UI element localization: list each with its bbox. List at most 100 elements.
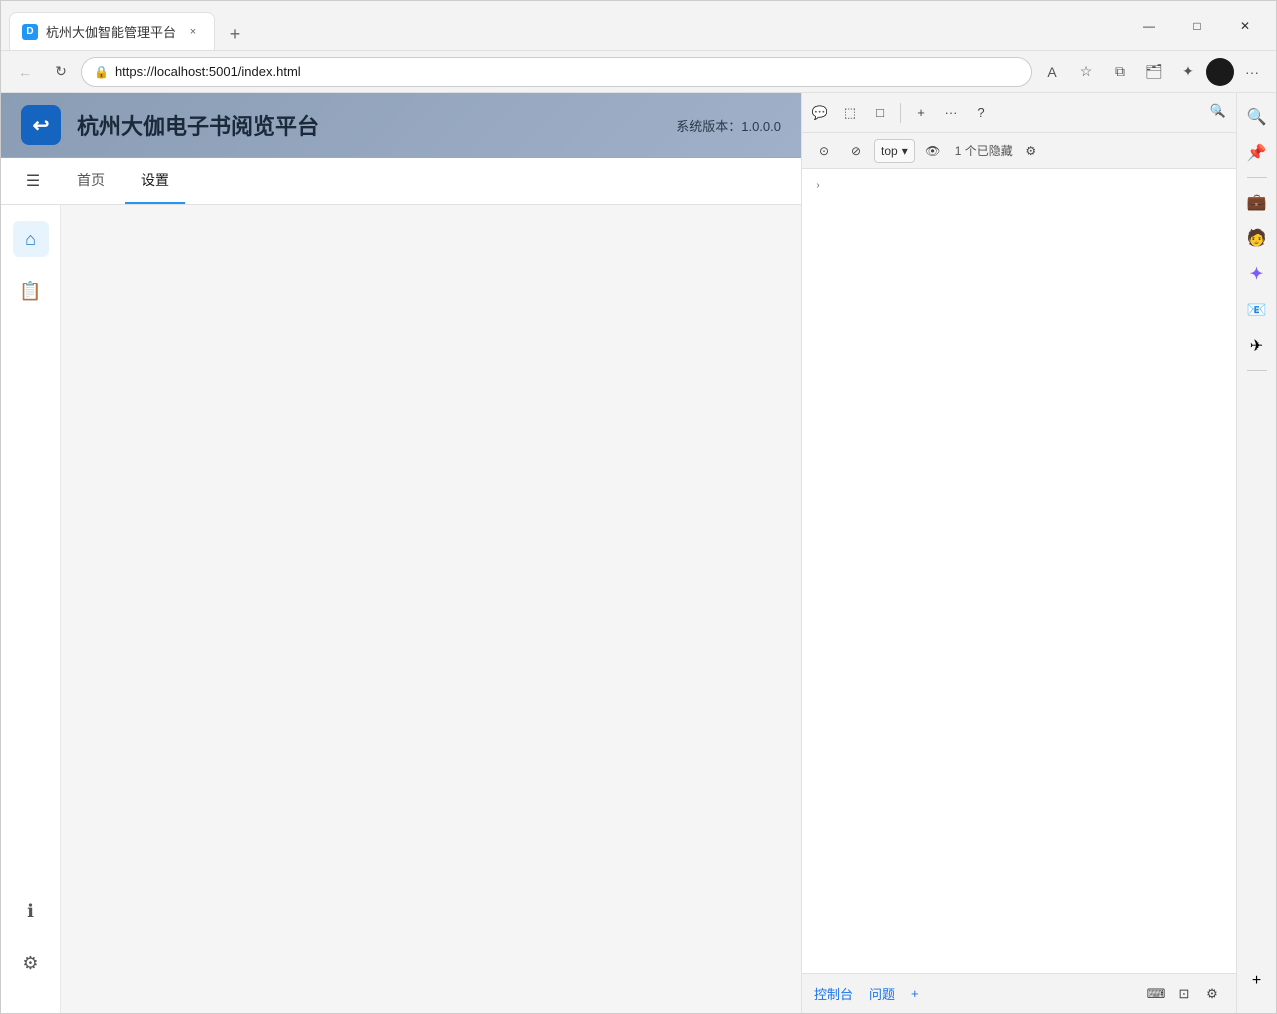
sidebar-home-icon[interactable]: ⌂ xyxy=(13,221,49,257)
hamburger-menu[interactable]: ☰ xyxy=(17,165,49,197)
collections-button[interactable]: 🗂 xyxy=(1138,56,1170,88)
console-button[interactable]: 控制台 xyxy=(814,984,853,1003)
maximize-button[interactable]: □ xyxy=(1174,10,1220,42)
favorites-button[interactable]: ☆ xyxy=(1070,56,1102,88)
sidebar-settings-icon[interactable]: ⚙ xyxy=(13,945,49,981)
nav-tab-settings[interactable]: 设置 xyxy=(125,158,185,204)
search-icon: 🔍 xyxy=(1210,103,1226,119)
window-controls: — □ ✕ xyxy=(1126,10,1268,42)
app-title: 杭州大伽电子书阅览平台 xyxy=(77,109,319,141)
ext-outlook-button[interactable]: 📧 xyxy=(1241,294,1273,326)
devtools-block-button[interactable]: ⊘ xyxy=(842,137,870,165)
frame-label: top xyxy=(881,144,898,158)
more-button[interactable]: ··· xyxy=(1236,56,1268,88)
devtools-comment-button[interactable]: 💬 xyxy=(806,99,834,127)
webpage-area: ↩ 杭州大伽电子书阅览平台 系统版本：1.0.0.0 ☰ 首页 设置 ⌂ � xyxy=(1,93,801,1013)
minimize-button[interactable]: — xyxy=(1126,10,1172,42)
main-area: ↩ 杭州大伽电子书阅览平台 系统版本：1.0.0.0 ☰ 首页 设置 ⌂ � xyxy=(1,93,1276,1013)
record-icon: ⊙ xyxy=(819,144,829,158)
toolbar-separator xyxy=(900,103,901,123)
ext-send-button[interactable]: ✈ xyxy=(1241,330,1273,362)
back-button[interactable]: ← xyxy=(9,56,41,88)
nav-bar: ← ↻ 🔒 https://localhost:5001/index.html … xyxy=(1,51,1276,93)
devtools-bottom-bar: 控制台 问题 + ⌨ ⊡ ⚙ xyxy=(802,973,1236,1013)
devtools-content: › xyxy=(802,169,1236,973)
app-body: ⌂ 📋 ℹ ⚙ xyxy=(1,205,801,1013)
devtools-record-button[interactable]: ⊙ xyxy=(810,137,838,165)
more-icon: ··· xyxy=(945,105,958,120)
devtools-keyboard-icon[interactable]: ⌨ xyxy=(1144,982,1168,1006)
devtools-toolbar: 💬 ⬚ □ + ··· ? × xyxy=(802,93,1236,133)
sidebar-toggle[interactable]: ⧉ xyxy=(1104,56,1136,88)
ext-pin-button[interactable]: 📌 xyxy=(1241,137,1273,169)
app-sidebar: ⌂ 📋 ℹ ⚙ xyxy=(1,205,61,1013)
lock-icon: 🔒 xyxy=(94,65,109,79)
ext-add-button[interactable]: + xyxy=(1241,965,1273,997)
nav-right-icons: A ☆ ⧉ 🗂 ✦ ··· xyxy=(1036,56,1268,88)
ext-copilot-button[interactable]: ✦ xyxy=(1241,258,1273,290)
app-version: 系统版本：1.0.0.0 xyxy=(676,116,781,135)
app-header: ↩ 杭州大伽电子书阅览平台 系统版本：1.0.0.0 xyxy=(1,93,801,158)
devtools-screenshot-icon[interactable]: ⊡ xyxy=(1172,982,1196,1006)
device-icon: □ xyxy=(876,105,884,120)
tab-favicon: D xyxy=(22,24,38,40)
new-tab-button[interactable]: + xyxy=(219,18,251,50)
copilot-button[interactable]: ✦ xyxy=(1172,56,1204,88)
magnify-icon: 🔍 xyxy=(1247,107,1267,127)
add-ext-icon: + xyxy=(1252,972,1261,990)
hidden-count: 1 个已隐藏 xyxy=(955,142,1013,159)
refresh-button[interactable]: ↻ xyxy=(45,56,77,88)
block-icon: ⊘ xyxy=(851,144,861,158)
browser-window: D 杭州大伽智能管理平台 × + — □ ✕ ← xyxy=(0,0,1277,1014)
devtools-toolbar2: ⊙ ⊘ top ▾ 👁 1 个已隐藏 ⚙ xyxy=(802,133,1236,169)
title-bar: D 杭州大伽智能管理平台 × + — □ ✕ xyxy=(1,1,1276,51)
ext-separator xyxy=(1247,177,1267,178)
issues-button[interactable]: 问题 xyxy=(869,984,895,1003)
active-tab[interactable]: D 杭州大伽智能管理平台 × xyxy=(9,12,215,50)
app-content xyxy=(61,205,801,1013)
tab-close-button[interactable]: × xyxy=(184,23,202,41)
expand-arrow[interactable]: › xyxy=(810,177,826,193)
devtools-settings-icon[interactable]: ⚙ xyxy=(1200,982,1224,1006)
add-panel-button[interactable]: + xyxy=(911,986,919,1001)
sidebar-bookmark-icon[interactable]: 📋 xyxy=(13,273,49,309)
devtools-device-button[interactable]: □ xyxy=(866,99,894,127)
url-text: https://localhost:5001/index.html xyxy=(115,64,1019,79)
profile-button[interactable] xyxy=(1206,58,1234,86)
devtools-inspect-button[interactable]: ⬚ xyxy=(836,99,864,127)
tab-strip: D 杭州大伽智能管理平台 × + xyxy=(9,1,1118,50)
copilot-icon: ✦ xyxy=(1250,264,1263,284)
gear-icon: ⚙ xyxy=(1025,144,1036,158)
ext-figure-button[interactable]: 🧑 xyxy=(1241,222,1273,254)
sidebar-bottom: ℹ ⚙ xyxy=(13,893,49,997)
frame-selector[interactable]: top ▾ xyxy=(874,139,915,163)
devtools-gear-button[interactable]: ⚙ xyxy=(1017,137,1045,165)
devtools-search-button[interactable]: 🔍 xyxy=(1204,97,1232,125)
pin-icon: 📌 xyxy=(1247,143,1267,163)
inspect-icon: ⬚ xyxy=(844,105,856,121)
translate-button[interactable]: A xyxy=(1036,56,1068,88)
chevron-down-icon: ▾ xyxy=(902,144,908,158)
window-close-button[interactable]: ✕ xyxy=(1222,10,1268,42)
ext-separator2 xyxy=(1247,370,1267,371)
devtools-eye-button[interactable]: 👁 xyxy=(919,137,947,165)
devtools-add-button[interactable]: + xyxy=(907,99,935,127)
sidebar-info-icon[interactable]: ℹ xyxy=(13,893,49,929)
nav-tab-home[interactable]: 首页 xyxy=(61,158,121,204)
app-nav: ☰ 首页 设置 xyxy=(1,158,801,205)
briefcase-icon: 💼 xyxy=(1247,192,1267,212)
add-icon: + xyxy=(917,105,925,120)
ext-magnify-button[interactable]: 🔍 xyxy=(1241,101,1273,133)
address-bar[interactable]: 🔒 https://localhost:5001/index.html xyxy=(81,57,1032,87)
figure-icon: 🧑 xyxy=(1247,228,1267,248)
ext-briefcase-button[interactable]: 💼 xyxy=(1241,186,1273,218)
app-logo: ↩ xyxy=(21,105,61,145)
devtools-panel: 💬 ⬚ □ + ··· ? × xyxy=(801,93,1236,1013)
devtools-more-button[interactable]: ··· xyxy=(937,99,965,127)
send-icon: ✈ xyxy=(1250,336,1263,356)
comment-icon: 💬 xyxy=(812,105,828,121)
eye-icon: 👁 xyxy=(925,144,940,158)
tab-title: 杭州大伽智能管理平台 xyxy=(46,22,176,41)
outlook-icon: 📧 xyxy=(1247,300,1267,320)
devtools-help-button[interactable]: ? xyxy=(967,99,995,127)
